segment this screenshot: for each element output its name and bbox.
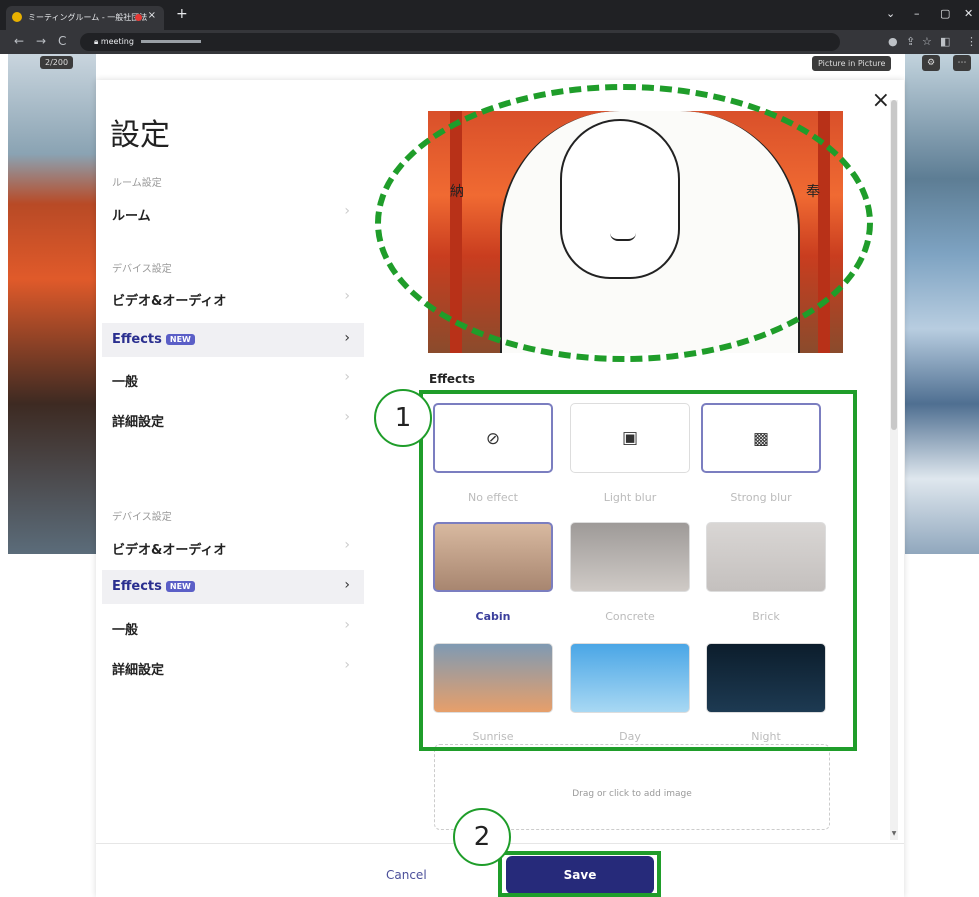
sidebar-item-label: ビデオ&オーディオ [112,294,227,309]
settings-gear-icon[interactable]: ⚙ [922,55,940,71]
minimize-button[interactable]: – [914,7,920,20]
bookmark-star-icon[interactable]: ☆ [922,35,932,48]
dialog-close-icon[interactable]: × [872,90,890,112]
section-label-device-2: デバイス設定 [112,512,172,523]
sidebar-item-advanced-2[interactable]: 詳細設定 › [102,650,364,684]
reload-button[interactable]: C [58,34,66,48]
chevron-right-icon: › [344,330,350,346]
sidebar-item-general[interactable]: 一般 › [102,362,364,396]
settings-title: 設定 [110,118,170,153]
chevron-right-icon: › [344,617,350,633]
chevron-right-icon: › [344,203,350,219]
browser-toolbar: ← → C 🔒︎ meeting ● ⇪ ☆ ◧ ⋮ [0,30,979,54]
sidebar-item-label: ルーム [112,209,151,224]
new-badge: NEW [165,581,195,592]
forward-button[interactable]: → [36,34,46,48]
sidebar-item-label: 詳細設定 [112,663,165,678]
new-badge: NEW [165,334,195,345]
favicon-icon [12,12,22,22]
menu-kebab-icon[interactable]: ⋮ [966,35,977,48]
participant-counter: 2/200 [40,56,74,69]
tab-search-icon[interactable]: ⌄ [886,7,895,20]
share-icon[interactable]: ⇪ [906,35,915,48]
annotation-effects-box [419,390,857,751]
chevron-right-icon: › [344,577,350,593]
sidebar-item-room[interactable]: ルーム › [102,196,364,230]
participant-video-left [8,54,96,554]
section-label-room: ルーム設定 [112,178,162,189]
back-button[interactable]: ← [14,34,24,48]
url-text: meeting [100,37,134,46]
recording-indicator-icon [135,14,142,21]
cancel-button[interactable]: Cancel [386,868,427,882]
browser-tab[interactable]: ミーティングルーム - 一般社団法 × [6,6,164,30]
annotation-save-box [498,851,661,897]
effects-scrollbar[interactable]: ▼ [890,100,898,840]
participant-video-right [905,54,979,554]
effects-heading: Effects [429,372,476,386]
sidebar-item-label: 一般 [112,623,139,638]
sidebar-item-label: 一般 [112,375,139,390]
dropzone-text: Drag or click to add image [572,789,692,799]
tab-title: ミーティングルーム - 一般社団法 [28,13,148,22]
sidebar-item-effects-2[interactable]: Effects NEW › [102,570,364,604]
annotation-preview-ellipse [375,84,873,362]
chevron-right-icon: › [344,288,350,304]
sidepanel-icon[interactable]: ◧ [940,35,950,48]
lock-icon: 🔒︎ [94,37,101,46]
scroll-down-arrow-icon[interactable]: ▼ [890,830,898,837]
scrollbar-thumb[interactable] [891,100,897,430]
sidebar-item-effects[interactable]: Effects NEW › [102,323,364,357]
sidebar-item-label: 詳細設定 [112,415,165,430]
sidebar-item-advanced[interactable]: 詳細設定 › [102,402,364,436]
sidebar-item-video-audio-2[interactable]: ビデオ&オーディオ › [102,530,364,564]
annotation-number-2: 2 [453,808,511,866]
sidebar-item-general-2[interactable]: 一般 › [102,610,364,644]
sidebar-item-video-audio[interactable]: ビデオ&オーディオ › [102,281,364,315]
window-close-button[interactable]: ✕ [964,7,973,20]
url-redaction [140,40,201,43]
chevron-right-icon: › [344,409,350,425]
sidebar-item-label: ビデオ&オーディオ [112,543,227,558]
tab-close-icon[interactable]: × [148,10,156,21]
chevron-right-icon: › [344,537,350,553]
picture-in-picture-button[interactable]: Picture in Picture [812,56,892,71]
settings-sidebar: 設定 ルーム設定 ルーム › デバイス設定 ビデオ&オーディオ › Effect… [96,80,371,840]
camera-icon[interactable]: ● [888,35,898,48]
annotation-number-1: 1 [374,389,432,447]
address-bar[interactable]: 🔒︎ meeting [80,33,840,51]
more-options-icon[interactable]: ⋯ [953,55,971,71]
new-tab-button[interactable]: + [176,6,188,22]
chevron-right-icon: › [344,369,350,385]
maximize-button[interactable]: ▢ [940,7,950,20]
section-label-device: デバイス設定 [112,264,172,275]
sidebar-item-label: Effects [112,579,162,594]
screenshot-root: ミーティングルーム - 一般社団法 × + ⌄ – ▢ ✕ ← → C 🔒︎ m… [0,0,979,897]
browser-tab-strip: ミーティングルーム - 一般社団法 × + ⌄ – ▢ ✕ [0,0,979,30]
sidebar-item-label: Effects [112,332,162,347]
chevron-right-icon: › [344,657,350,673]
